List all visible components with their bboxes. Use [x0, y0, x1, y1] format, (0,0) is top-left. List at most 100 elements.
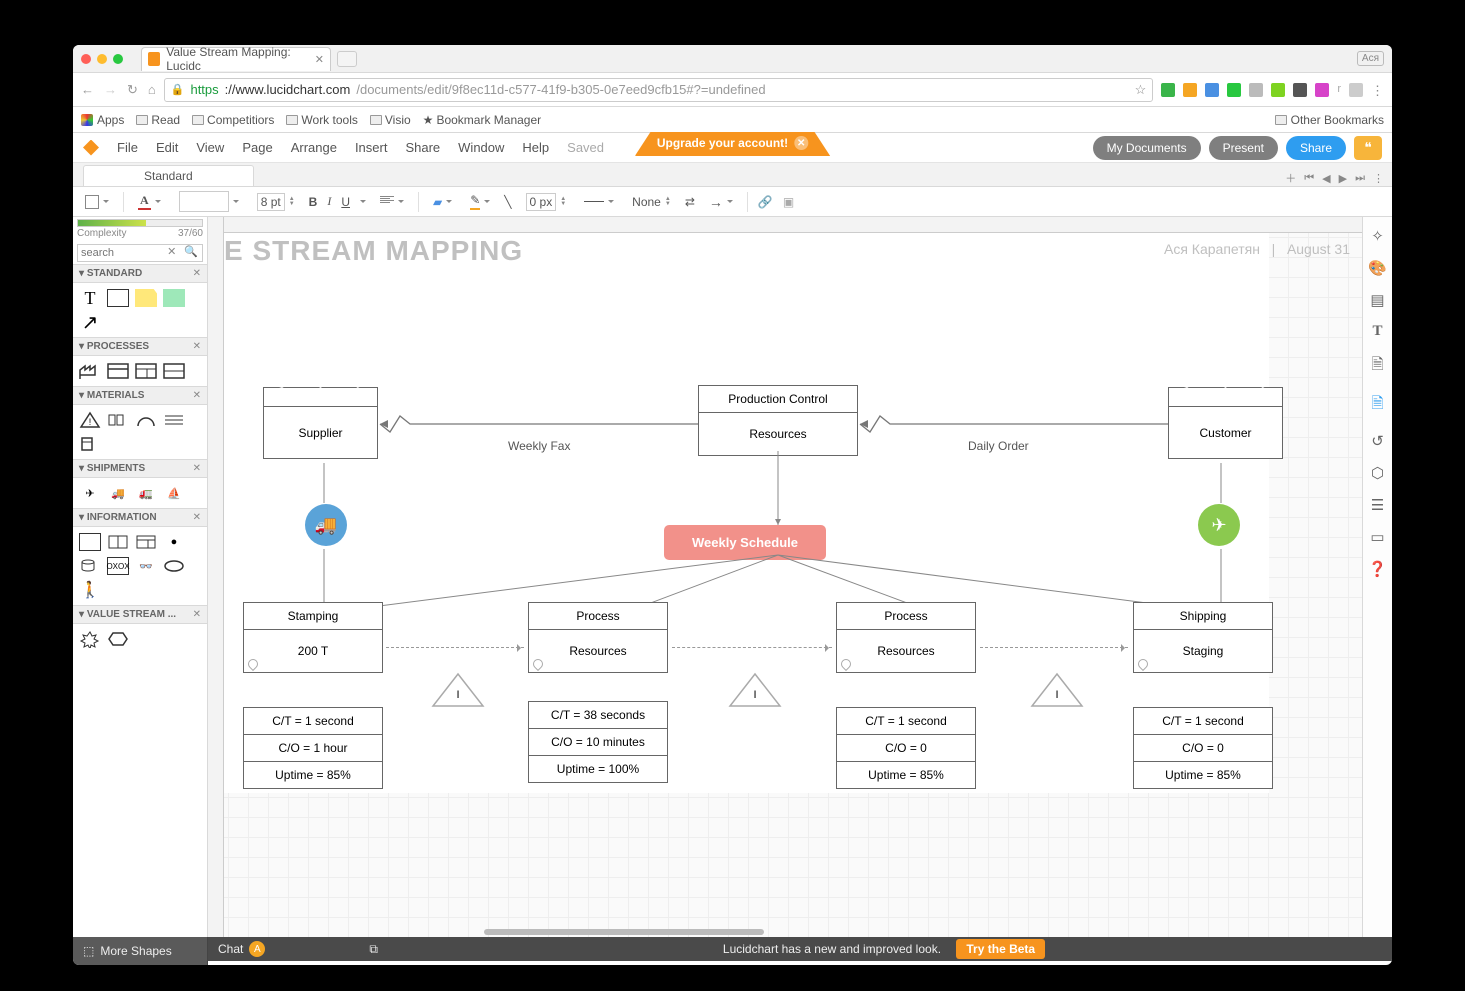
menu-insert[interactable]: Insert [355, 140, 388, 155]
shape-note[interactable] [135, 289, 157, 307]
shape-glasses[interactable]: 👓 [135, 557, 157, 575]
shape-table[interactable] [163, 362, 185, 380]
history-icon[interactable]: ↺ [1371, 432, 1384, 450]
image-button[interactable]: ▣ [783, 195, 794, 209]
ext-icon[interactable] [1293, 83, 1307, 97]
popout-icon[interactable]: ⧉ [369, 942, 378, 957]
layers-icon[interactable]: ☰ [1371, 496, 1384, 514]
node-production-control[interactable]: Production Control Resources [698, 385, 858, 456]
border-width-stepper[interactable]: 0 px▲▼ [522, 191, 571, 213]
inventory-icon[interactable]: I [728, 672, 782, 711]
shape-rectangle[interactable] [107, 289, 129, 307]
comment-button[interactable]: ❝ [1354, 136, 1382, 160]
url-bar[interactable]: 🔒 https://www.lucidchart.com/documents/e… [164, 78, 1154, 102]
shape-text[interactable]: T [79, 289, 101, 307]
shape-arc[interactable] [135, 411, 157, 429]
shape-info2[interactable] [107, 533, 129, 551]
shape-box[interactable] [79, 435, 101, 453]
ext-icon[interactable] [1161, 83, 1175, 97]
present-button[interactable]: Present [1209, 136, 1278, 160]
shape-info3[interactable] [135, 533, 157, 551]
bookmark-folder[interactable]: Visio [370, 113, 411, 127]
node-schedule[interactable]: Weekly Schedule [664, 525, 826, 560]
share-button[interactable]: Share [1286, 136, 1346, 160]
close-icon[interactable]: ✕ [193, 609, 201, 620]
shape-info1[interactable] [79, 533, 101, 551]
bookmark-folder[interactable]: Work tools [286, 113, 357, 127]
first-page-button[interactable]: ⏮ [1304, 172, 1314, 185]
shape-kanban[interactable] [163, 411, 185, 429]
back-button[interactable]: ← [81, 82, 94, 98]
font-picker[interactable] [175, 189, 243, 214]
close-icon[interactable]: ✕ [193, 390, 201, 401]
shape-dot[interactable]: ● [163, 533, 185, 551]
shape-process2[interactable] [135, 362, 157, 380]
shape-triangle[interactable]: ! [79, 411, 101, 429]
node-process-2[interactable]: ProcessResources [836, 602, 976, 673]
menu-icon[interactable]: ⋮ [1373, 172, 1384, 185]
menu-help[interactable]: Help [522, 140, 549, 155]
shape-process[interactable] [107, 362, 129, 380]
reload-button[interactable]: ↻ [127, 82, 138, 98]
node-shipping[interactable]: ShippingStaging [1133, 602, 1273, 673]
shape-hexagon[interactable] [107, 630, 129, 648]
inventory-icon[interactable]: I [431, 672, 485, 711]
shape-ellipse[interactable] [163, 557, 185, 575]
present-icon[interactable]: ▭ [1370, 528, 1384, 546]
new-tab-button[interactable] [337, 51, 357, 67]
link-button[interactable]: 🔗 [758, 195, 773, 209]
push-arrow[interactable] [980, 647, 1128, 648]
ext-icon[interactable] [1349, 83, 1363, 97]
node-supplier[interactable]: Supplier [263, 387, 378, 459]
section-header[interactable]: ▾ STANDARD✕ [73, 264, 207, 283]
node-customer[interactable]: Customer [1168, 387, 1283, 459]
document-icon[interactable]: 🗎 [1371, 354, 1383, 379]
shape-arrow[interactable]: ↗ [79, 313, 101, 331]
arrow-end-button[interactable]: → [705, 192, 737, 212]
shape-boat[interactable]: ⛵ [163, 484, 185, 502]
help-icon[interactable]: ❓ [1368, 560, 1387, 578]
plane-icon[interactable]: ✈ [1198, 504, 1240, 546]
inventory-icon[interactable]: I [1030, 672, 1084, 711]
ext-icon[interactable] [1315, 83, 1329, 97]
logo-icon[interactable] [83, 140, 99, 156]
line-color-button[interactable]: ✎ [466, 191, 494, 212]
shape-cylinder[interactable] [79, 557, 101, 575]
theme-icon[interactable]: 🎨 [1368, 259, 1387, 277]
search-field[interactable] [78, 245, 163, 261]
home-button[interactable]: ⌂ [148, 82, 156, 98]
canvas[interactable]: E STREAM MAPPING Ася Карапетян | August … [208, 217, 1362, 937]
maximize-window-icon[interactable] [113, 54, 123, 64]
push-arrow[interactable] [672, 647, 832, 648]
data-box-4[interactable]: C/T = 1 secondC/O = 0Uptime = 85% [1133, 707, 1273, 789]
shape-person[interactable]: 🚶 [79, 581, 101, 599]
shape-queue[interactable] [107, 411, 129, 429]
line-curve-button[interactable]: ╲ [504, 195, 511, 209]
text-icon[interactable]: T [1372, 323, 1382, 340]
ext-icon[interactable]: r [1337, 83, 1341, 97]
shape-style-button[interactable] [81, 193, 113, 211]
menu-window[interactable]: Window [458, 140, 504, 155]
menu-page[interactable]: Page [242, 140, 272, 155]
document-tab[interactable]: Standard [83, 165, 254, 186]
data-box-1[interactable]: C/T = 1 secondC/O = 1 hourUptime = 85% [243, 707, 383, 789]
font-color-button[interactable]: A [134, 191, 165, 212]
page-settings-icon[interactable]: ▤ [1370, 291, 1384, 309]
forward-button[interactable]: → [104, 82, 117, 98]
close-icon[interactable]: ✕ [193, 512, 201, 523]
add-page-button[interactable]: ＋ [1285, 170, 1296, 186]
chat-button[interactable]: Chat A ⧉ [208, 941, 388, 957]
shape-truck[interactable]: 🚚 [107, 484, 129, 502]
close-icon[interactable]: ✕ [193, 268, 201, 279]
shape-oxox[interactable]: OXOX [107, 557, 129, 575]
menu-edit[interactable]: Edit [156, 140, 178, 155]
section-header[interactable]: ▾ INFORMATION✕ [73, 508, 207, 527]
other-bookmarks[interactable]: Other Bookmarks [1275, 113, 1384, 127]
align-button[interactable] [376, 194, 408, 210]
node-process-1[interactable]: ProcessResources [528, 602, 668, 673]
italic-button[interactable]: I [327, 194, 331, 209]
search-icon[interactable]: 🔍 [180, 245, 202, 261]
section-header[interactable]: ▾ VALUE STREAM ...✕ [73, 605, 207, 624]
close-tab-icon[interactable]: ✕ [315, 53, 324, 66]
next-page-button[interactable]: ▶ [1339, 172, 1347, 185]
